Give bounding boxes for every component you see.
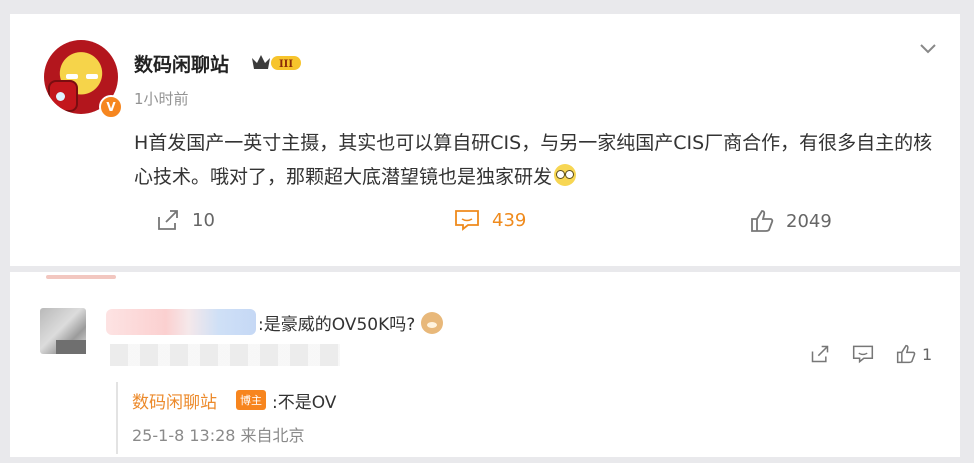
verified-icon: V (99, 95, 123, 119)
avatar-eye (66, 74, 78, 79)
comment-icon (852, 345, 874, 364)
avatar-palm (56, 92, 65, 101)
avatar-eye (86, 74, 98, 79)
commenter-avatar-blur (56, 340, 86, 354)
forward-button[interactable]: 10 (156, 209, 215, 231)
comment-text: :是豪威的OV50K吗? (258, 310, 444, 335)
like-icon (751, 210, 774, 232)
post-content: H首发国产一英寸主摄，其实也可以算自研CIS，与另一家纯国产CIS厂商合作，有很… (134, 126, 942, 194)
comment-forward-button[interactable] (810, 344, 830, 364)
comment-icon (455, 210, 479, 231)
comment-reply-button[interactable] (852, 344, 874, 364)
comment-like-count: 1 (922, 344, 933, 364)
forward-icon (158, 210, 178, 230)
like-button[interactable]: 2049 (750, 209, 832, 233)
reply-text: :不是OV (272, 393, 337, 413)
weibo-post-card: V 数码闲聊站 III 1小时前 H首发国产一英寸主摄，其实也可以算自研CIS，… (10, 14, 960, 266)
comment-section: :是豪威的OV50K吗? 1 数码闲聊站 博主 :不是OV 25-1-8 13:… (10, 272, 960, 457)
like-icon (896, 344, 916, 364)
comment-like-button[interactable]: 1 (896, 344, 932, 364)
like-count: 2049 (786, 210, 832, 232)
reply-meta: 25-1-8 13:28 来自北京 (132, 426, 305, 445)
glasses-emoji-icon (554, 164, 577, 186)
doge-emoji-icon (421, 312, 444, 334)
chevron-down-icon[interactable] (916, 36, 940, 60)
forward-count: 10 (192, 209, 215, 231)
section-divider (46, 275, 116, 279)
comment-actions: 1 (810, 344, 932, 364)
forward-icon (811, 345, 829, 363)
commenter-name-blurred[interactable] (106, 309, 256, 335)
user-avatar[interactable]: V (44, 40, 123, 119)
comment-count: 439 (492, 209, 527, 231)
host-badge: 博主 (236, 390, 266, 410)
post-username[interactable]: 数码闲聊站 (134, 50, 229, 77)
comment-text-content: :是豪威的OV50K吗? (258, 315, 416, 335)
crown-icon: III (250, 52, 302, 78)
post-content-text: H首发国产一英寸主摄，其实也可以算自研CIS，与另一家纯国产CIS厂商合作，有很… (134, 132, 933, 188)
reply-author[interactable]: 数码闲聊站 (132, 388, 217, 413)
reply-thread: 数码闲聊站 博主 :不是OV 25-1-8 13:28 来自北京 (116, 382, 938, 454)
level-badge-text: III (279, 59, 293, 70)
comment-button[interactable]: 439 (454, 209, 526, 231)
post-time[interactable]: 1小时前 (134, 88, 189, 109)
comment-meta-blurred (110, 344, 340, 366)
